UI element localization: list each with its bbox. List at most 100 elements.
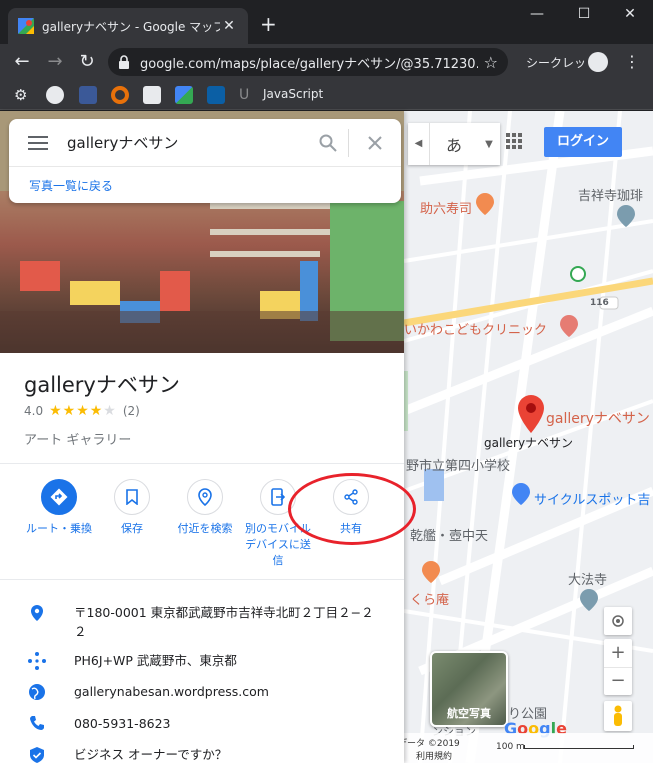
star-rating: ★★★★★ (49, 403, 117, 419)
back-to-photos-link[interactable]: 写真一覧に戻る (9, 167, 401, 194)
search-input[interactable] (67, 133, 307, 152)
chevron-down-icon[interactable]: ▼ (478, 139, 500, 150)
map-label-school[interactable]: 野市立第四小学校 (406, 455, 510, 474)
login-button[interactable]: ログイン (544, 127, 622, 157)
cafe-marker-icon[interactable] (617, 205, 635, 227)
map-label-temple[interactable]: 大法寺 (568, 569, 607, 588)
satellite-toggle-label: 航空写真 (447, 707, 491, 720)
plus-code-icon (28, 652, 46, 670)
my-location-button[interactable] (604, 607, 632, 635)
back-arrow-icon[interactable]: ← (11, 51, 33, 73)
website-row[interactable]: gallerynabesan.wordpress.com (0, 682, 404, 701)
search-button[interactable] (307, 128, 349, 157)
facebook-icon[interactable] (79, 86, 97, 104)
my-location-icon (612, 615, 624, 627)
input-tools[interactable]: ◀ あ ▼ (408, 123, 500, 165)
business-owner-link[interactable]: ビジネス オーナーですか？ (74, 745, 404, 763)
maximize-button[interactable]: ☐ (574, 6, 594, 22)
search-box: 写真一覧に戻る (9, 119, 401, 203)
google-maps-bookmark-icon[interactable] (175, 86, 193, 104)
temple-marker-icon[interactable] (580, 589, 598, 611)
bookmarks-bar: ⚙ U JavaScript (0, 80, 653, 110)
nearby-button[interactable]: 付近を検索 (168, 479, 242, 537)
satellite-toggle[interactable]: 航空写真 (430, 651, 508, 727)
u-icon[interactable]: U (239, 86, 257, 104)
map-label-kura[interactable]: くら庵 (410, 589, 449, 608)
map-label-chuuten[interactable]: 乾艦・壺中天 (410, 525, 488, 544)
zoom-in-button[interactable]: + (604, 639, 632, 667)
place-title: galleryナベサン (24, 373, 180, 397)
plus-code-row[interactable]: PH6J+WP 武蔵野市、東京都 (0, 651, 404, 670)
nearby-label: 付近を検索 (177, 522, 233, 535)
place-category[interactable]: アート ギャラリー (24, 429, 131, 448)
review-count[interactable]: (2) (123, 404, 140, 418)
address-row[interactable]: 〒180-0001 東京都武蔵野市吉祥寺北町２丁目２−２２ (0, 603, 404, 641)
bookmark-javascript[interactable]: JavaScript (263, 87, 323, 101)
github-icon[interactable] (46, 86, 64, 104)
menu-button[interactable] (9, 135, 67, 150)
new-tab-button[interactable]: + (260, 12, 277, 36)
input-language[interactable]: あ (430, 132, 478, 156)
google-maps-favicon-icon (18, 18, 34, 34)
map-label-clinic[interactable]: いかわこどもクリニック (404, 319, 547, 338)
divider (0, 579, 404, 580)
street-view-pegman[interactable] (604, 701, 632, 731)
browser-tab[interactable]: galleryナベサン - Google マップ ✕ (8, 8, 248, 44)
forward-arrow-icon[interactable]: → (44, 51, 66, 73)
place-panel: 写真一覧に戻る galleryナベサン 4.0 ★★★★★ (2) アート ギャ… (0, 111, 404, 763)
map-label-cafe[interactable]: 吉祥寺珈琲 (578, 185, 643, 204)
browser-toolbar: ← → ↻ google.com/maps/place/galleryナベサン/… (0, 44, 653, 80)
minimize-button[interactable]: — (527, 6, 547, 22)
bookmark-star-icon[interactable]: ☆ (484, 53, 498, 72)
send-to-device-icon (271, 488, 285, 506)
apps-grid-icon[interactable] (506, 133, 522, 149)
tab-close-icon[interactable]: ✕ (220, 18, 238, 34)
scale-bar (524, 745, 634, 749)
location-pin-icon[interactable] (518, 395, 544, 433)
save-button[interactable]: 保存 (95, 479, 169, 537)
settings-gear-icon[interactable]: ⚙ (14, 86, 32, 104)
browser-titlebar: galleryナベサン - Google マップ ✕ + — ☐ ✕ (0, 0, 653, 44)
tab-title: galleryナベサン - Google マップ (42, 19, 220, 34)
share-highlight-ellipse (288, 473, 416, 545)
bus-stop-icon[interactable] (570, 266, 586, 282)
window-close-button[interactable]: ✕ (620, 6, 640, 22)
route-116-label: 116 (590, 298, 609, 308)
phone-number[interactable]: 080-5931-8623 (74, 714, 404, 733)
map-label-cycle[interactable]: サイクルスポット吉 (534, 489, 650, 508)
zoom-controls: + − (604, 639, 632, 695)
rating-value: 4.0 (24, 404, 44, 418)
verified-shield-icon (30, 747, 44, 763)
address-bar[interactable]: google.com/maps/place/galleryナベサン/@35.71… (108, 48, 508, 76)
terms-link[interactable]: 利用規約 (416, 749, 452, 762)
restaurant-marker-2-icon[interactable] (422, 561, 440, 583)
place-label[interactable]: galleryナベサン (484, 434, 573, 451)
pin-label[interactable]: galleryナベサン (546, 408, 650, 428)
clear-search-button[interactable] (349, 135, 401, 150)
website-link[interactable]: gallerynabesan.wordpress.com (74, 682, 404, 701)
url-text: google.com/maps/place/galleryナベサン/@35.71… (140, 56, 478, 72)
nearby-icon (198, 488, 212, 506)
phone-icon (30, 716, 44, 730)
directions-button[interactable]: ルート・乗換 (22, 479, 96, 537)
hospital-marker-icon[interactable] (560, 315, 578, 337)
shopping-marker-icon[interactable] (512, 483, 530, 505)
lock-icon (119, 55, 129, 69)
cat-icon[interactable] (143, 86, 161, 104)
search-icon (319, 134, 337, 152)
plan-icon[interactable] (207, 86, 225, 104)
restaurant-marker-icon[interactable] (476, 193, 494, 215)
firefox-icon[interactable] (111, 86, 129, 104)
plus-code-text[interactable]: PH6J+WP 武蔵野市、東京都 (74, 651, 404, 670)
map-label-sushi[interactable]: 助六寿司 (420, 198, 472, 217)
zoom-out-button[interactable]: − (604, 667, 632, 695)
incognito-icon[interactable] (588, 52, 608, 72)
business-row[interactable]: ビジネス オーナーですか？ (0, 745, 404, 763)
collapse-panel-icon[interactable]: ◀ (408, 123, 430, 165)
browser-menu-icon[interactable]: ⋮ (624, 52, 640, 71)
location-icon (31, 605, 43, 621)
address-text[interactable]: 〒180-0001 東京都武蔵野市吉祥寺北町２丁目２−２２ (74, 603, 404, 641)
rating-row[interactable]: 4.0 ★★★★★ (2) (24, 403, 140, 419)
phone-row[interactable]: 080-5931-8623 (0, 714, 404, 733)
reload-icon[interactable]: ↻ (76, 51, 98, 73)
